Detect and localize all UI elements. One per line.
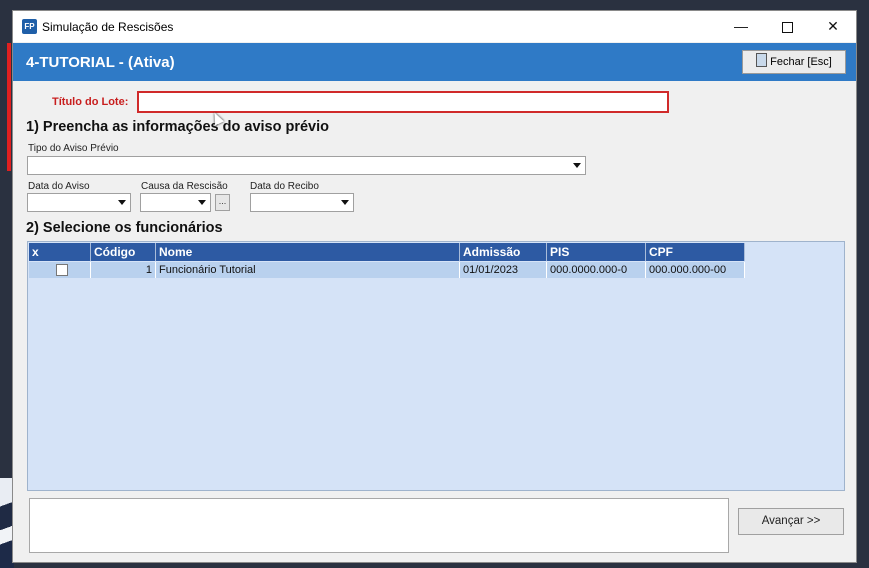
data-recibo-label: Data do Recibo — [250, 181, 319, 192]
avancar-button[interactable]: Avançar >> — [738, 508, 844, 535]
maximize-icon — [781, 21, 793, 33]
column-header-pis[interactable]: PIS — [547, 243, 646, 261]
section2-title: 2) Selecione os funcionários — [26, 220, 223, 236]
cell-admissao: 01/01/2023 — [460, 262, 547, 278]
data-recibo-select[interactable] — [250, 193, 354, 212]
tipo-aviso-select[interactable] — [27, 156, 586, 175]
chevron-down-icon — [198, 200, 206, 205]
column-header-admissao[interactable]: Admissão — [460, 243, 547, 261]
fechar-button-label: Fechar [Esc] — [770, 56, 832, 68]
data-aviso-label: Data do Aviso — [28, 181, 90, 192]
notes-textarea[interactable] — [29, 498, 729, 553]
employees-grid[interactable]: x Código Nome Admissão PIS CPF 1 Funcion… — [27, 241, 845, 491]
data-aviso-select[interactable] — [27, 193, 131, 212]
column-header-x[interactable]: x — [29, 243, 91, 261]
grid-header: x Código Nome Admissão PIS CPF — [29, 243, 745, 261]
column-header-codigo[interactable]: Código — [91, 243, 156, 261]
row-select-cell[interactable] — [29, 262, 91, 278]
section1-title: 1) Preencha as informações do aviso prév… — [26, 119, 330, 135]
title-bar: FP Simulação de Rescisões — ✕ — [13, 11, 856, 42]
chevron-down-icon — [573, 163, 581, 168]
row-checkbox[interactable] — [56, 264, 68, 276]
causa-rescisao-select[interactable] — [140, 193, 211, 212]
app-logo-icon: FP — [22, 19, 37, 34]
company-title: 4-TUTORIAL - (Ativa) — [26, 54, 175, 71]
table-row[interactable]: 1 Funcionário Tutorial 01/01/2023 000.00… — [29, 262, 745, 278]
focus-indicator — [7, 43, 11, 171]
titulo-lote-label: Título do Lote: — [52, 96, 129, 108]
app-window: FP Simulação de Rescisões — ✕ 4-TUTORIAL… — [7, 10, 857, 563]
exit-door-icon — [756, 53, 768, 67]
causa-rescisao-label: Causa da Rescisão — [141, 181, 228, 192]
close-window-button[interactable]: ✕ — [810, 11, 856, 42]
header-bar: 4-TUTORIAL - (Ativa) Fechar [Esc] — [13, 43, 856, 81]
cell-codigo: 1 — [91, 262, 156, 278]
minimize-button[interactable]: — — [718, 11, 764, 42]
cell-cpf: 000.000.000-00 — [646, 262, 745, 278]
column-header-cpf[interactable]: CPF — [646, 243, 745, 261]
window-title: Simulação de Rescisões — [42, 20, 174, 34]
titulo-lote-input[interactable] — [137, 91, 669, 113]
maximize-button[interactable] — [764, 11, 810, 42]
column-header-nome[interactable]: Nome — [156, 243, 460, 261]
cell-nome: Funcionário Tutorial — [156, 262, 460, 278]
cell-pis: 000.0000.000-0 — [547, 262, 646, 278]
fechar-button[interactable]: Fechar [Esc] — [742, 50, 846, 74]
causa-lookup-button[interactable]: ... — [215, 194, 230, 211]
chevron-down-icon — [118, 200, 126, 205]
chevron-down-icon — [341, 200, 349, 205]
tipo-aviso-label: Tipo do Aviso Prévio — [28, 143, 119, 154]
